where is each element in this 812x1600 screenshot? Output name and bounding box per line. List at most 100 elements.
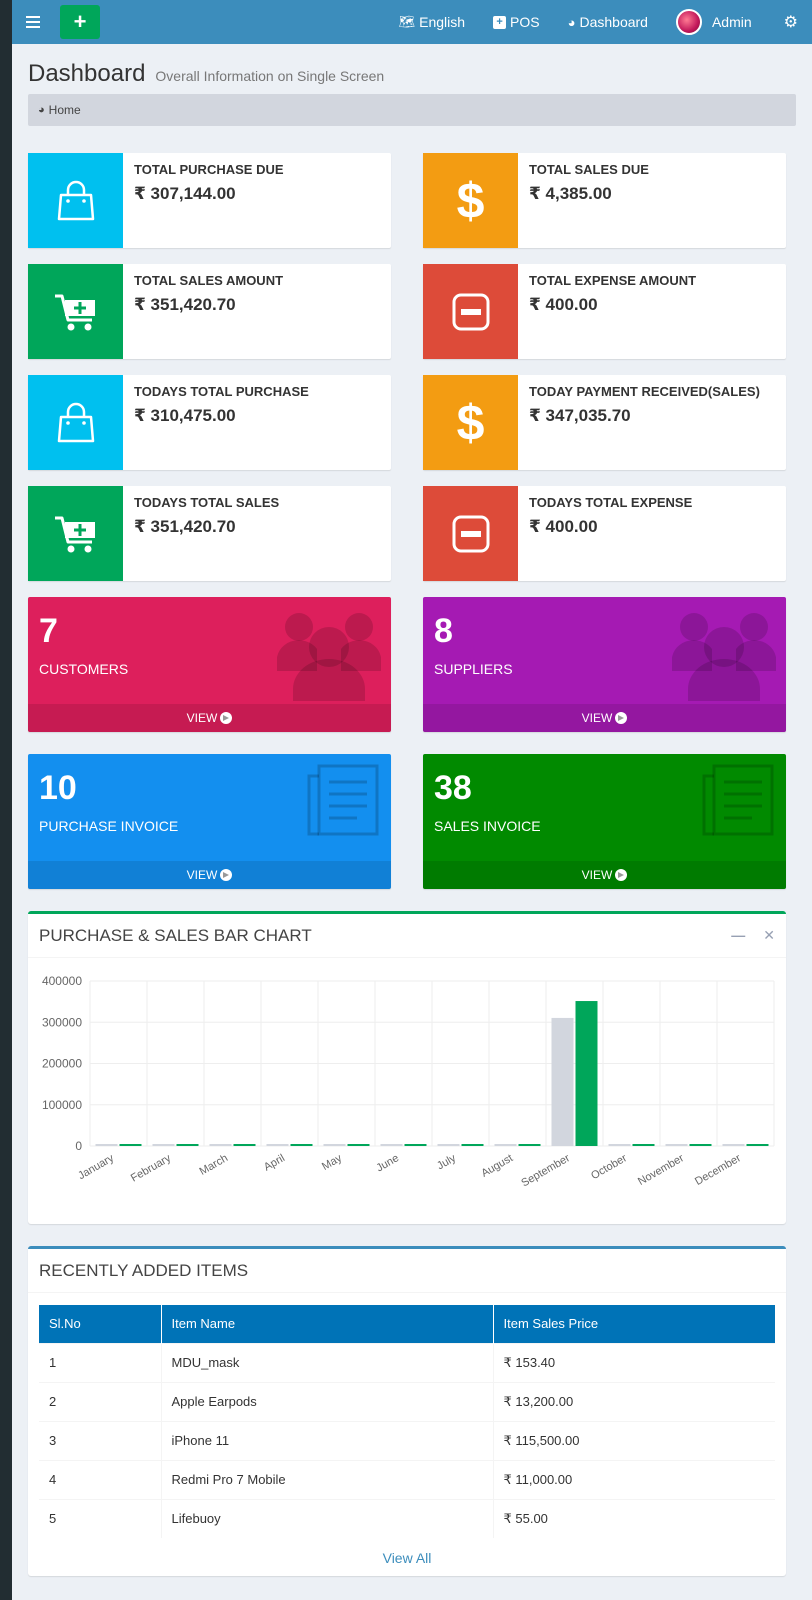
- tachometer-icon: ◕: [567, 14, 576, 30]
- app-shell: + 🗺 English + POS ◕ Dashboard Admin ⚙ Da…: [12, 0, 812, 1600]
- x-tick-label: December: [693, 1152, 743, 1188]
- small-box-inner: 10 PURCHASE INVOICE: [28, 754, 391, 861]
- info-label: TODAYS TOTAL SALES: [134, 495, 280, 510]
- settings-button[interactable]: ⚙: [766, 0, 806, 44]
- info-box-total-purchase-due: TOTAL PURCHASE DUE ₹ 307,144.00: [28, 153, 391, 248]
- minus-square-icon: [423, 264, 518, 359]
- x-tick-label: June: [374, 1152, 401, 1174]
- chart-bar: [290, 1144, 313, 1146]
- suppliers-view-link[interactable]: VIEW: [423, 704, 786, 732]
- table-row: 3 iPhone 11 ₹ 115,500.00: [39, 1420, 775, 1460]
- sidebar-toggle-button[interactable]: [18, 5, 48, 39]
- chart-bar: [266, 1144, 289, 1146]
- user-menu[interactable]: Admin: [662, 0, 766, 44]
- breadcrumb-home[interactable]: Home: [49, 103, 81, 117]
- info-content: TODAYS TOTAL SALES ₹ 351,420.70: [123, 486, 290, 581]
- recent-items-table: Sl.No Item Name Item Sales Price 1 MDU_m…: [39, 1305, 775, 1538]
- bar-chart: 400000 300000 200000 100000 0January February…: [42, 974, 775, 1190]
- info-content: TODAYS TOTAL PURCHASE ₹ 310,475.00: [123, 375, 320, 470]
- x-tick-label: May: [320, 1152, 344, 1173]
- small-box-inner: 8 SUPPLIERS: [423, 597, 786, 704]
- quick-add-button[interactable]: +: [60, 5, 100, 39]
- x-tick-label: January: [76, 1152, 116, 1182]
- info-label: TOTAL SALES DUE: [529, 162, 649, 177]
- info-value: ₹ 400.00: [529, 517, 598, 536]
- page-title: Dashboard: [28, 60, 146, 87]
- dashboard-label: Dashboard: [579, 14, 648, 30]
- chart-bar: [152, 1144, 175, 1146]
- view-all-link[interactable]: View All: [39, 1538, 775, 1566]
- chart-bar: [518, 1144, 541, 1146]
- dollar-icon: $: [423, 153, 518, 248]
- chart-bar: [551, 1017, 574, 1146]
- breadcrumb: ◕ Home: [28, 94, 796, 126]
- invoice-icon: [700, 762, 776, 843]
- sales-invoice-view-link[interactable]: VIEW: [423, 861, 786, 889]
- recent-items-title: RECENTLY ADDED ITEMS: [39, 1260, 249, 1280]
- table-cell: 2: [39, 1381, 162, 1421]
- shopping-bag-icon: [28, 375, 123, 470]
- table-row: 2 Apple Earpods ₹ 13,200.00: [39, 1381, 775, 1421]
- x-tick-label: October: [589, 1152, 629, 1182]
- info-value: ₹ 4,385.00: [529, 184, 612, 203]
- view-label: VIEW: [186, 711, 218, 725]
- pos-link[interactable]: + POS: [479, 0, 554, 44]
- main-content: TOTAL PURCHASE DUE ₹ 307,144.00 $ TOTAL …: [12, 126, 812, 1576]
- invoice-icon: [305, 762, 381, 843]
- dashboard-link[interactable]: ◕ Dashboard: [554, 0, 662, 44]
- chart-bar: [608, 1144, 631, 1146]
- plus-icon: +: [73, 9, 87, 34]
- arrow-circle-right-icon: [220, 712, 233, 724]
- info-box-todays-total-expense: TODAYS TOTAL EXPENSE ₹ 400.00: [423, 486, 786, 581]
- info-box-total-expense-amount: TOTAL EXPENSE AMOUNT ₹ 400.00: [423, 264, 786, 359]
- info-content: TOTAL EXPENSE AMOUNT ₹ 400.00: [518, 264, 707, 359]
- shopping-bag-icon: [28, 153, 123, 248]
- arrow-circle-right-icon: [615, 869, 628, 881]
- customers-view-link[interactable]: VIEW: [28, 704, 391, 732]
- table-cell: 1: [39, 1342, 162, 1382]
- info-box-today-payment-received: $ TODAY PAYMENT RECEIVED(SALES) ₹ 347,03…: [423, 375, 786, 470]
- chart-bar: [233, 1144, 256, 1146]
- view-label: VIEW: [186, 868, 218, 882]
- info-value: ₹ 307,144.00: [134, 184, 236, 203]
- collapse-button[interactable]: —: [731, 927, 745, 944]
- chart-bar: [323, 1144, 346, 1146]
- info-value: ₹ 310,475.00: [134, 406, 236, 425]
- info-value: ₹ 351,420.70: [134, 517, 236, 536]
- x-tick-label: February: [129, 1152, 174, 1185]
- y-tick-label: 100000: [42, 1098, 82, 1112]
- table-row: 1 MDU_mask ₹ 153.40: [39, 1342, 775, 1382]
- purchase-invoice-view-link[interactable]: VIEW: [28, 861, 391, 889]
- info-label: TODAYS TOTAL PURCHASE: [134, 384, 309, 399]
- tachometer-icon: ◕: [38, 104, 45, 116]
- small-box-suppliers: 8 SUPPLIERS VIEW: [423, 597, 786, 732]
- small-box-purchase-invoice: 10 PURCHASE INVOICE VIEW: [28, 754, 391, 889]
- page-title-row: Dashboard Overall Information on Single …: [28, 60, 796, 88]
- cart-plus-icon: [28, 264, 123, 359]
- language-menu[interactable]: 🗺 English: [385, 0, 479, 44]
- chart-bar: [665, 1144, 688, 1146]
- info-value: ₹ 400.00: [529, 295, 598, 314]
- x-tick-label: September: [519, 1152, 572, 1189]
- hamburger-icon: [26, 16, 40, 28]
- avatar: [675, 9, 702, 35]
- close-button[interactable]: ✕: [763, 927, 775, 944]
- x-tick-label: April: [262, 1152, 287, 1173]
- user-name: Admin: [711, 14, 752, 30]
- view-label: VIEW: [581, 868, 613, 882]
- table-cell: ₹ 115,500.00: [493, 1420, 775, 1460]
- table-cell: 3: [39, 1420, 162, 1460]
- bar-chart-box: PURCHASE & SALES BAR CHART — ✕ 400000 300…: [28, 911, 786, 1224]
- table-row: 5 Lifebuoy ₹ 55.00: [39, 1498, 775, 1538]
- page-subtitle: Overall Information on Single Screen: [155, 68, 385, 84]
- info-value: ₹ 351,420.70: [134, 295, 236, 314]
- small-box-inner: 7 CUSTOMERS: [28, 597, 391, 704]
- info-content: TODAY PAYMENT RECEIVED(SALES) ₹ 347,035.…: [518, 375, 771, 470]
- top-navbar: + 🗺 English + POS ◕ Dashboard Admin ⚙: [12, 0, 812, 44]
- table-cell: 5: [39, 1498, 162, 1538]
- y-tick-label: 400000: [42, 974, 82, 988]
- info-box-todays-total-purchase: TODAYS TOTAL PURCHASE ₹ 310,475.00: [28, 375, 391, 470]
- chart-bar: [437, 1144, 460, 1146]
- table-cell: 4: [39, 1459, 162, 1499]
- x-tick-label: August: [479, 1152, 515, 1180]
